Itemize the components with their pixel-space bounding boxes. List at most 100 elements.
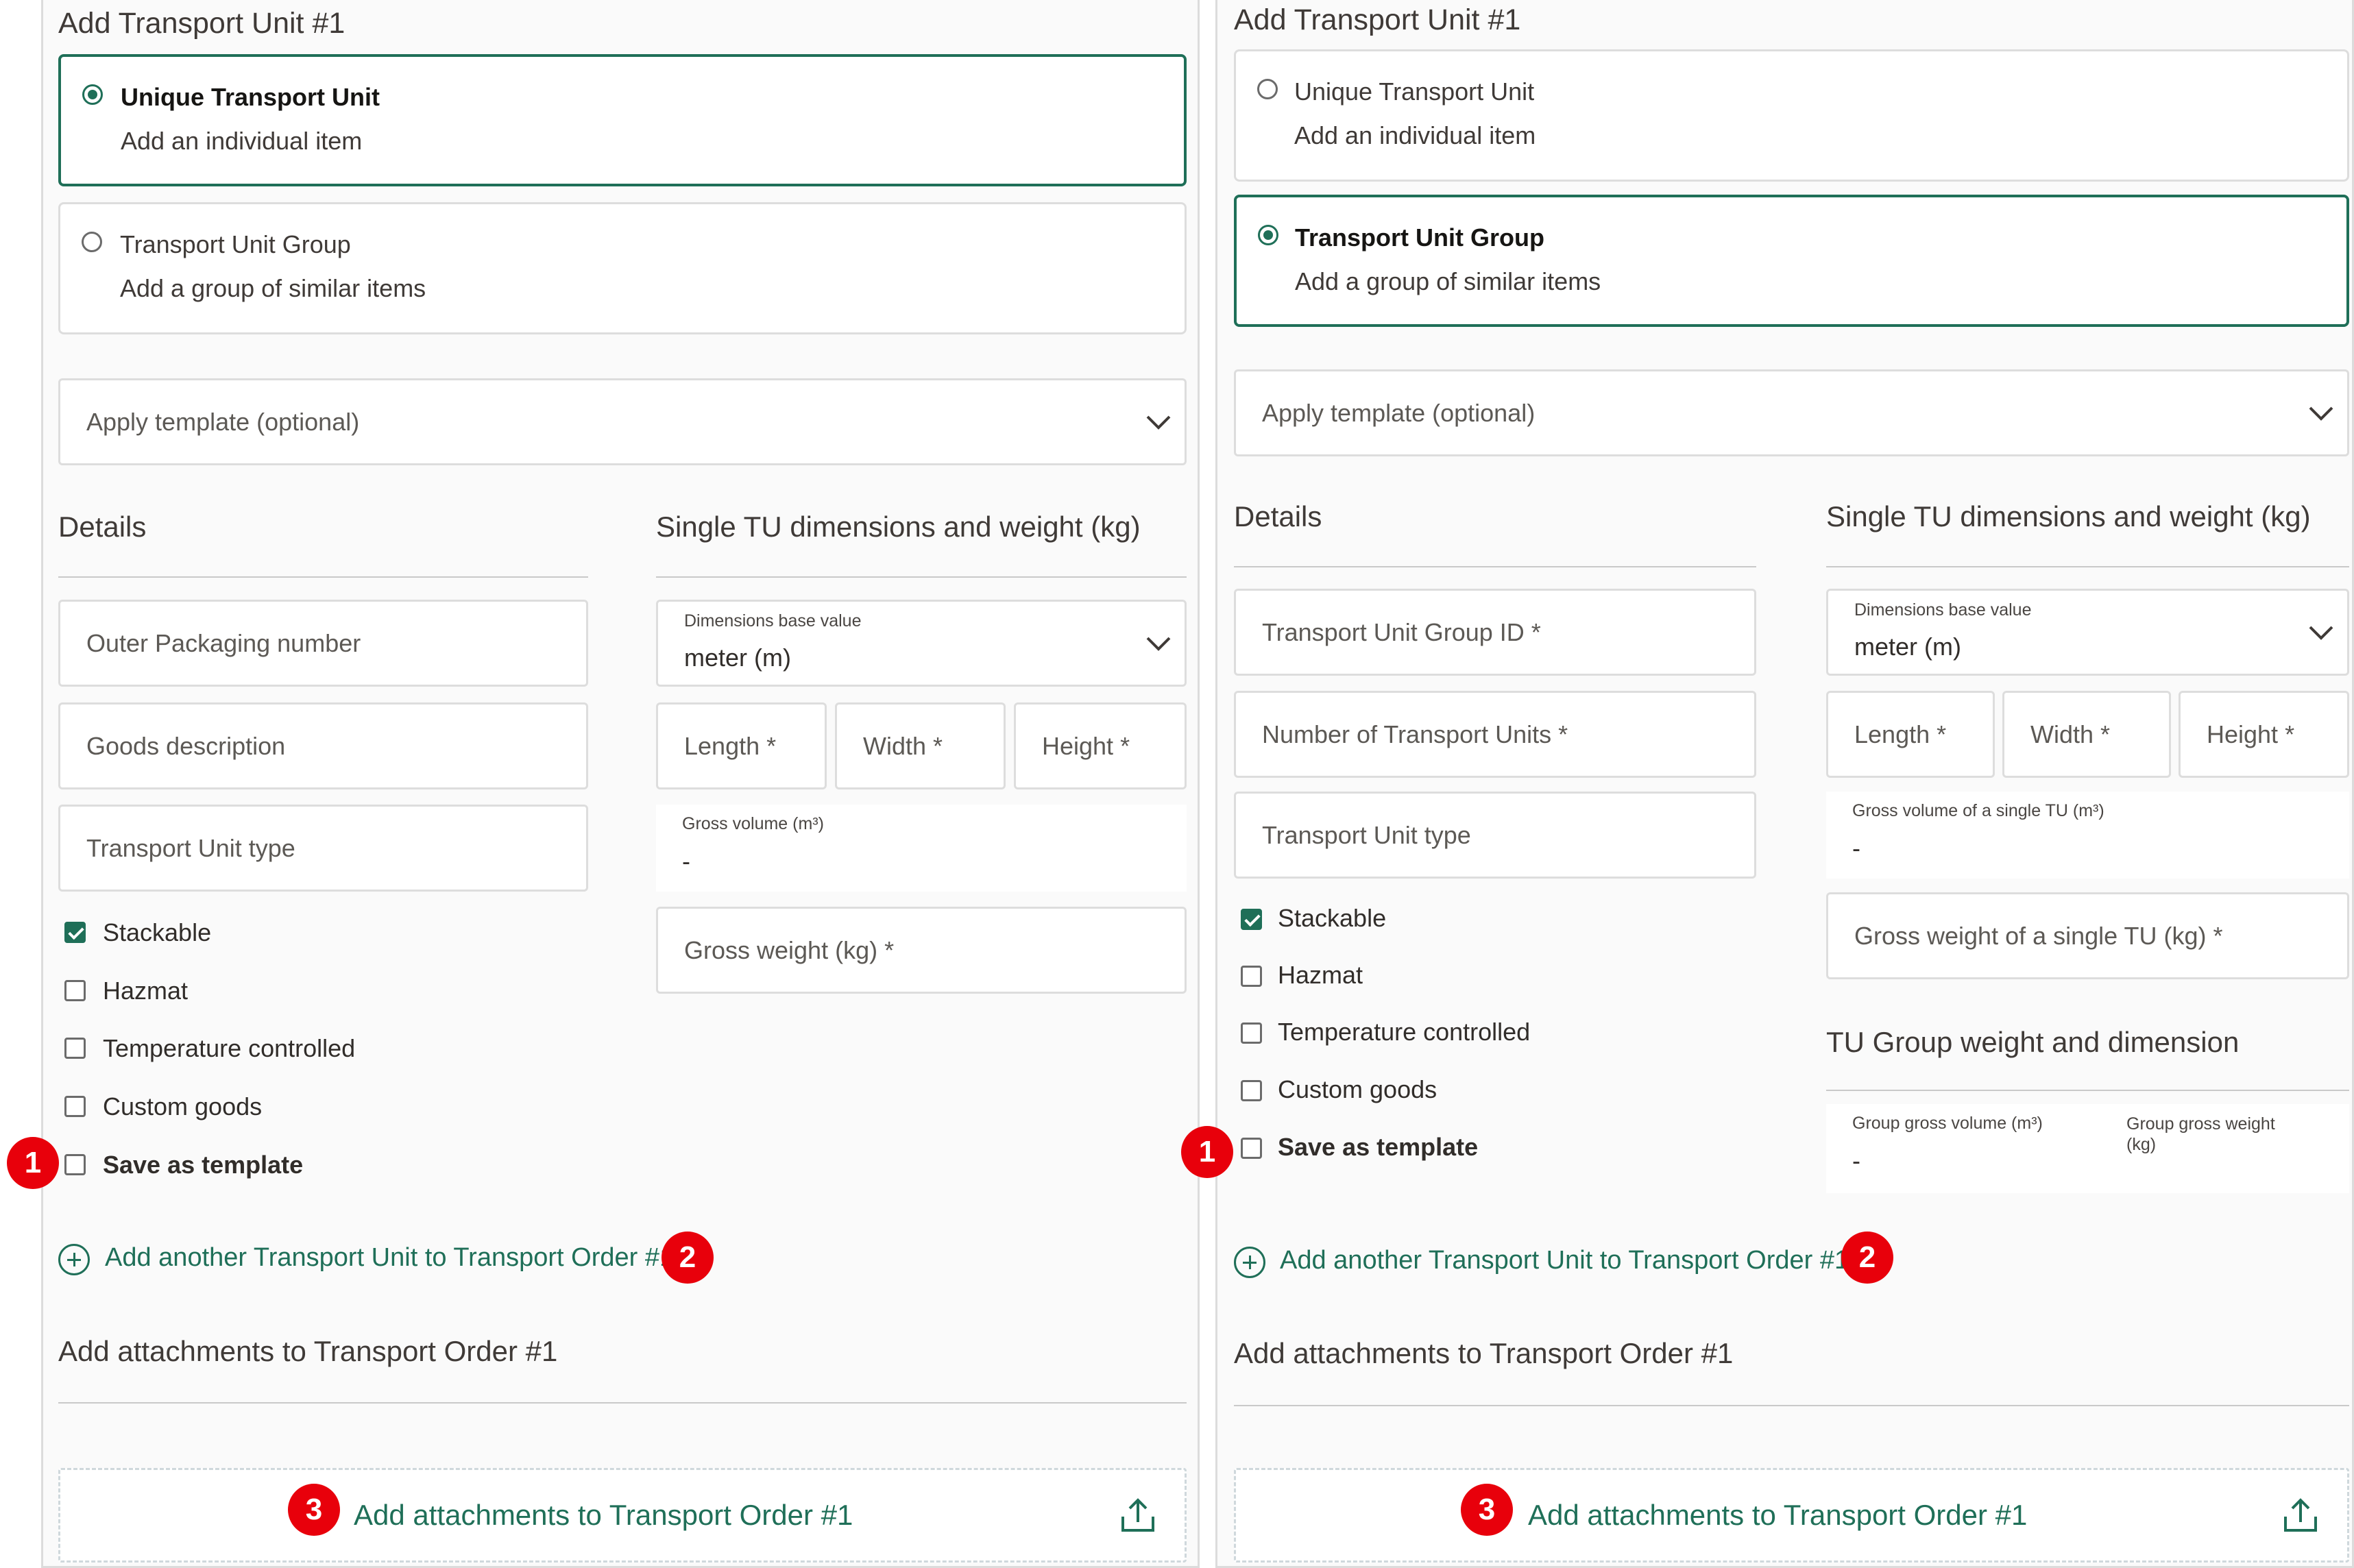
dimensions-base-select[interactable]: Dimensions base value meter (m) [1826,589,2349,676]
group-weight-label: Group gross weight (kg) [2126,1114,2275,1154]
template-select[interactable]: Apply template (optional) [1234,369,2349,456]
height-input[interactable]: Height * [1014,702,1187,789]
dims-divider [1826,566,2349,567]
option-unique-card[interactable]: Unique Transport Unit Add an individual … [58,54,1187,186]
dimensions-base-value: meter (m) [684,644,791,672]
template-placeholder: Apply template (optional) [1262,398,1536,427]
dimensions-base-label: Dimensions base value [1854,600,2032,620]
tu-type-input[interactable]: Transport Unit type [1234,792,1756,879]
tu-type-input[interactable]: Transport Unit type [58,805,588,892]
width-input[interactable]: Width * [2002,691,2171,778]
radio-unique[interactable] [1257,79,1278,99]
option-unique-desc: Add an individual item [1294,121,1536,149]
option-group-desc: Add a group of similar items [120,274,426,302]
stackable-label: Stackable [1278,904,1387,932]
radio-group[interactable] [1258,225,1278,245]
save-template-checkbox[interactable] [1241,1138,1262,1159]
group-totals-readonly: Group gross volume (m³) - Group gross we… [1826,1104,2349,1193]
gross-volume-label: Gross volume (m³) [682,814,824,833]
length-input[interactable]: Length * [1826,691,1995,778]
stackable-checkbox[interactable] [1241,909,1262,930]
dims-divider [656,576,1187,578]
group-volume-value: - [1852,1147,1860,1175]
goods-description-input[interactable]: Goods description [58,702,588,789]
length-placeholder: Length * [1854,720,1947,748]
callout-badge-3: 3 [1461,1484,1513,1536]
option-unique-desc: Add an individual item [121,127,363,155]
plus-circle-icon[interactable] [1234,1247,1265,1278]
tu-type-placeholder: Transport Unit type [1262,820,1471,849]
width-placeholder: Width * [863,731,943,760]
save-template-checkbox[interactable] [64,1154,86,1175]
outer-packaging-input[interactable]: Outer Packaging number [58,600,588,687]
details-divider [1234,566,1756,567]
attachments-button-label: Add attachments to Transport Order #1 [1528,1499,2028,1531]
option-group-card[interactable]: Transport Unit Group Add a group of simi… [1234,195,2349,327]
group-divider [1826,1090,2349,1091]
callout-badge-2: 2 [1841,1232,1893,1284]
tu-group-id-input[interactable]: Transport Unit Group ID * [1234,589,1756,676]
length-input[interactable]: Length * [656,702,827,789]
chevron-down-icon [1146,637,1171,651]
callout-badge-1: 1 [1181,1126,1233,1178]
chevron-down-icon [2309,406,2333,421]
attachments-heading: Add attachments to Transport Order #1 [58,1335,558,1367]
attachments-divider [58,1402,1187,1404]
template-select[interactable]: Apply template (optional) [58,378,1187,465]
stackable-checkbox[interactable] [64,922,86,943]
attachments-dropzone[interactable]: Add attachments to Transport Order #1 [58,1468,1187,1563]
hazmat-checkbox[interactable] [64,980,86,1001]
custom-goods-label: Custom goods [1278,1075,1437,1103]
temperature-checkbox[interactable] [1241,1022,1262,1044]
dims-heading: Single TU dimensions and weight (kg) [656,511,1141,543]
callout-badge-3: 3 [288,1484,340,1536]
details-heading: Details [1234,500,1322,532]
length-placeholder: Length * [684,731,777,760]
outer-packaging-placeholder: Outer Packaging number [86,628,361,657]
temperature-label: Temperature controlled [103,1034,356,1062]
custom-goods-checkbox[interactable] [64,1096,86,1117]
save-template-label: Save as template [103,1151,304,1179]
option-unique-card[interactable]: Unique Transport Unit Add an individual … [1234,49,2349,182]
dimensions-base-value: meter (m) [1854,633,1961,661]
height-placeholder: Height * [2207,720,2295,748]
details-divider [58,576,588,578]
gross-volume-value: - [682,847,690,875]
gross-volume-readonly: Gross volume (m³) - [656,805,1187,892]
radio-unique[interactable] [82,84,103,105]
goods-description-placeholder: Goods description [86,731,286,760]
details-heading: Details [58,511,147,543]
hazmat-checkbox[interactable] [1241,966,1262,987]
page-title: Add Transport Unit #1 [58,7,345,40]
template-placeholder: Apply template (optional) [86,407,360,436]
width-input[interactable]: Width * [835,702,1006,789]
radio-group[interactable] [82,232,102,252]
gross-weight-input[interactable]: Gross weight of a single TU (kg) * [1826,892,2349,979]
custom-goods-checkbox[interactable] [1241,1080,1262,1101]
temperature-checkbox[interactable] [64,1038,86,1059]
gross-weight-placeholder: Gross weight (kg) * [684,935,895,964]
tu-type-placeholder: Transport Unit type [86,833,295,862]
upload-icon[interactable] [2281,1496,2320,1534]
option-unique-title: Unique Transport Unit [121,83,380,111]
height-input[interactable]: Height * [2179,691,2349,778]
callout-badge-1: 1 [7,1137,59,1189]
temperature-label: Temperature controlled [1278,1018,1531,1046]
upload-icon[interactable] [1119,1496,1157,1534]
gross-weight-input[interactable]: Gross weight (kg) * [656,907,1187,994]
attachments-heading: Add attachments to Transport Order #1 [1234,1337,1734,1369]
dimensions-base-select[interactable]: Dimensions base value meter (m) [656,600,1187,687]
attachments-dropzone[interactable]: Add attachments to Transport Order #1 [1234,1468,2349,1563]
add-another-unit-link[interactable]: Add another Transport Unit to Transport … [105,1243,674,1273]
plus-circle-icon[interactable] [58,1244,90,1275]
hazmat-label: Hazmat [103,977,189,1005]
gross-weight-placeholder: Gross weight of a single TU (kg) * [1854,921,2223,950]
width-placeholder: Width * [2030,720,2111,748]
option-group-card[interactable]: Transport Unit Group Add a group of simi… [58,202,1187,334]
option-group-title: Transport Unit Group [1295,223,1544,252]
attachments-button-label: Add attachments to Transport Order #1 [354,1499,853,1531]
add-another-unit-link[interactable]: Add another Transport Unit to Transport … [1280,1246,1849,1275]
hazmat-label: Hazmat [1278,961,1363,989]
number-of-units-input[interactable]: Number of Transport Units * [1234,691,1756,778]
gross-volume-label: Gross volume of a single TU (m³) [1852,801,2104,820]
